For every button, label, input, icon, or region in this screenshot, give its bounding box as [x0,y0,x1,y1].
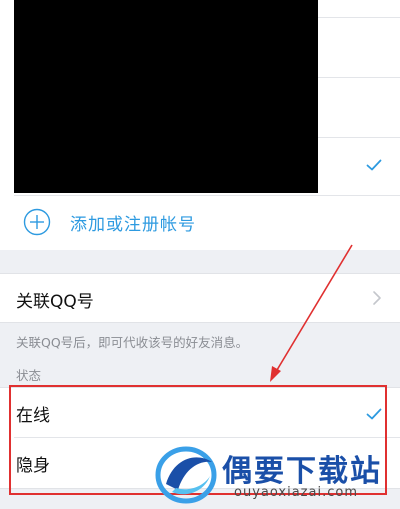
status-option-label: 在线 [16,406,50,426]
check-icon [366,159,382,171]
status-option-invisible[interactable]: 隐身 [0,438,400,488]
associated-qq-label: 关联QQ号 [16,292,94,312]
associated-qq-row[interactable]: 关联QQ号 [0,273,400,323]
settings-screen: 添加或注册帐号 关联QQ号 关联QQ号后，即可代收该号的好友消息。 状态 在线 … [0,0,400,509]
status-section-header: 状态 [16,368,42,383]
check-icon [366,408,382,420]
redacted-account-area [14,0,318,193]
add-account-button[interactable]: 添加或注册帐号 [0,196,400,248]
plus-circle-icon [23,208,51,236]
status-options: 在线 隐身 [0,387,400,489]
status-option-online[interactable]: 在线 [0,388,400,438]
chevron-right-icon [373,291,381,305]
status-option-label: 隐身 [16,456,50,476]
account-list: 添加或注册帐号 [0,0,400,250]
associated-qq-hint: 关联QQ号后，即可代收该号的好友消息。 [16,335,249,350]
add-account-label: 添加或注册帐号 [70,215,196,235]
